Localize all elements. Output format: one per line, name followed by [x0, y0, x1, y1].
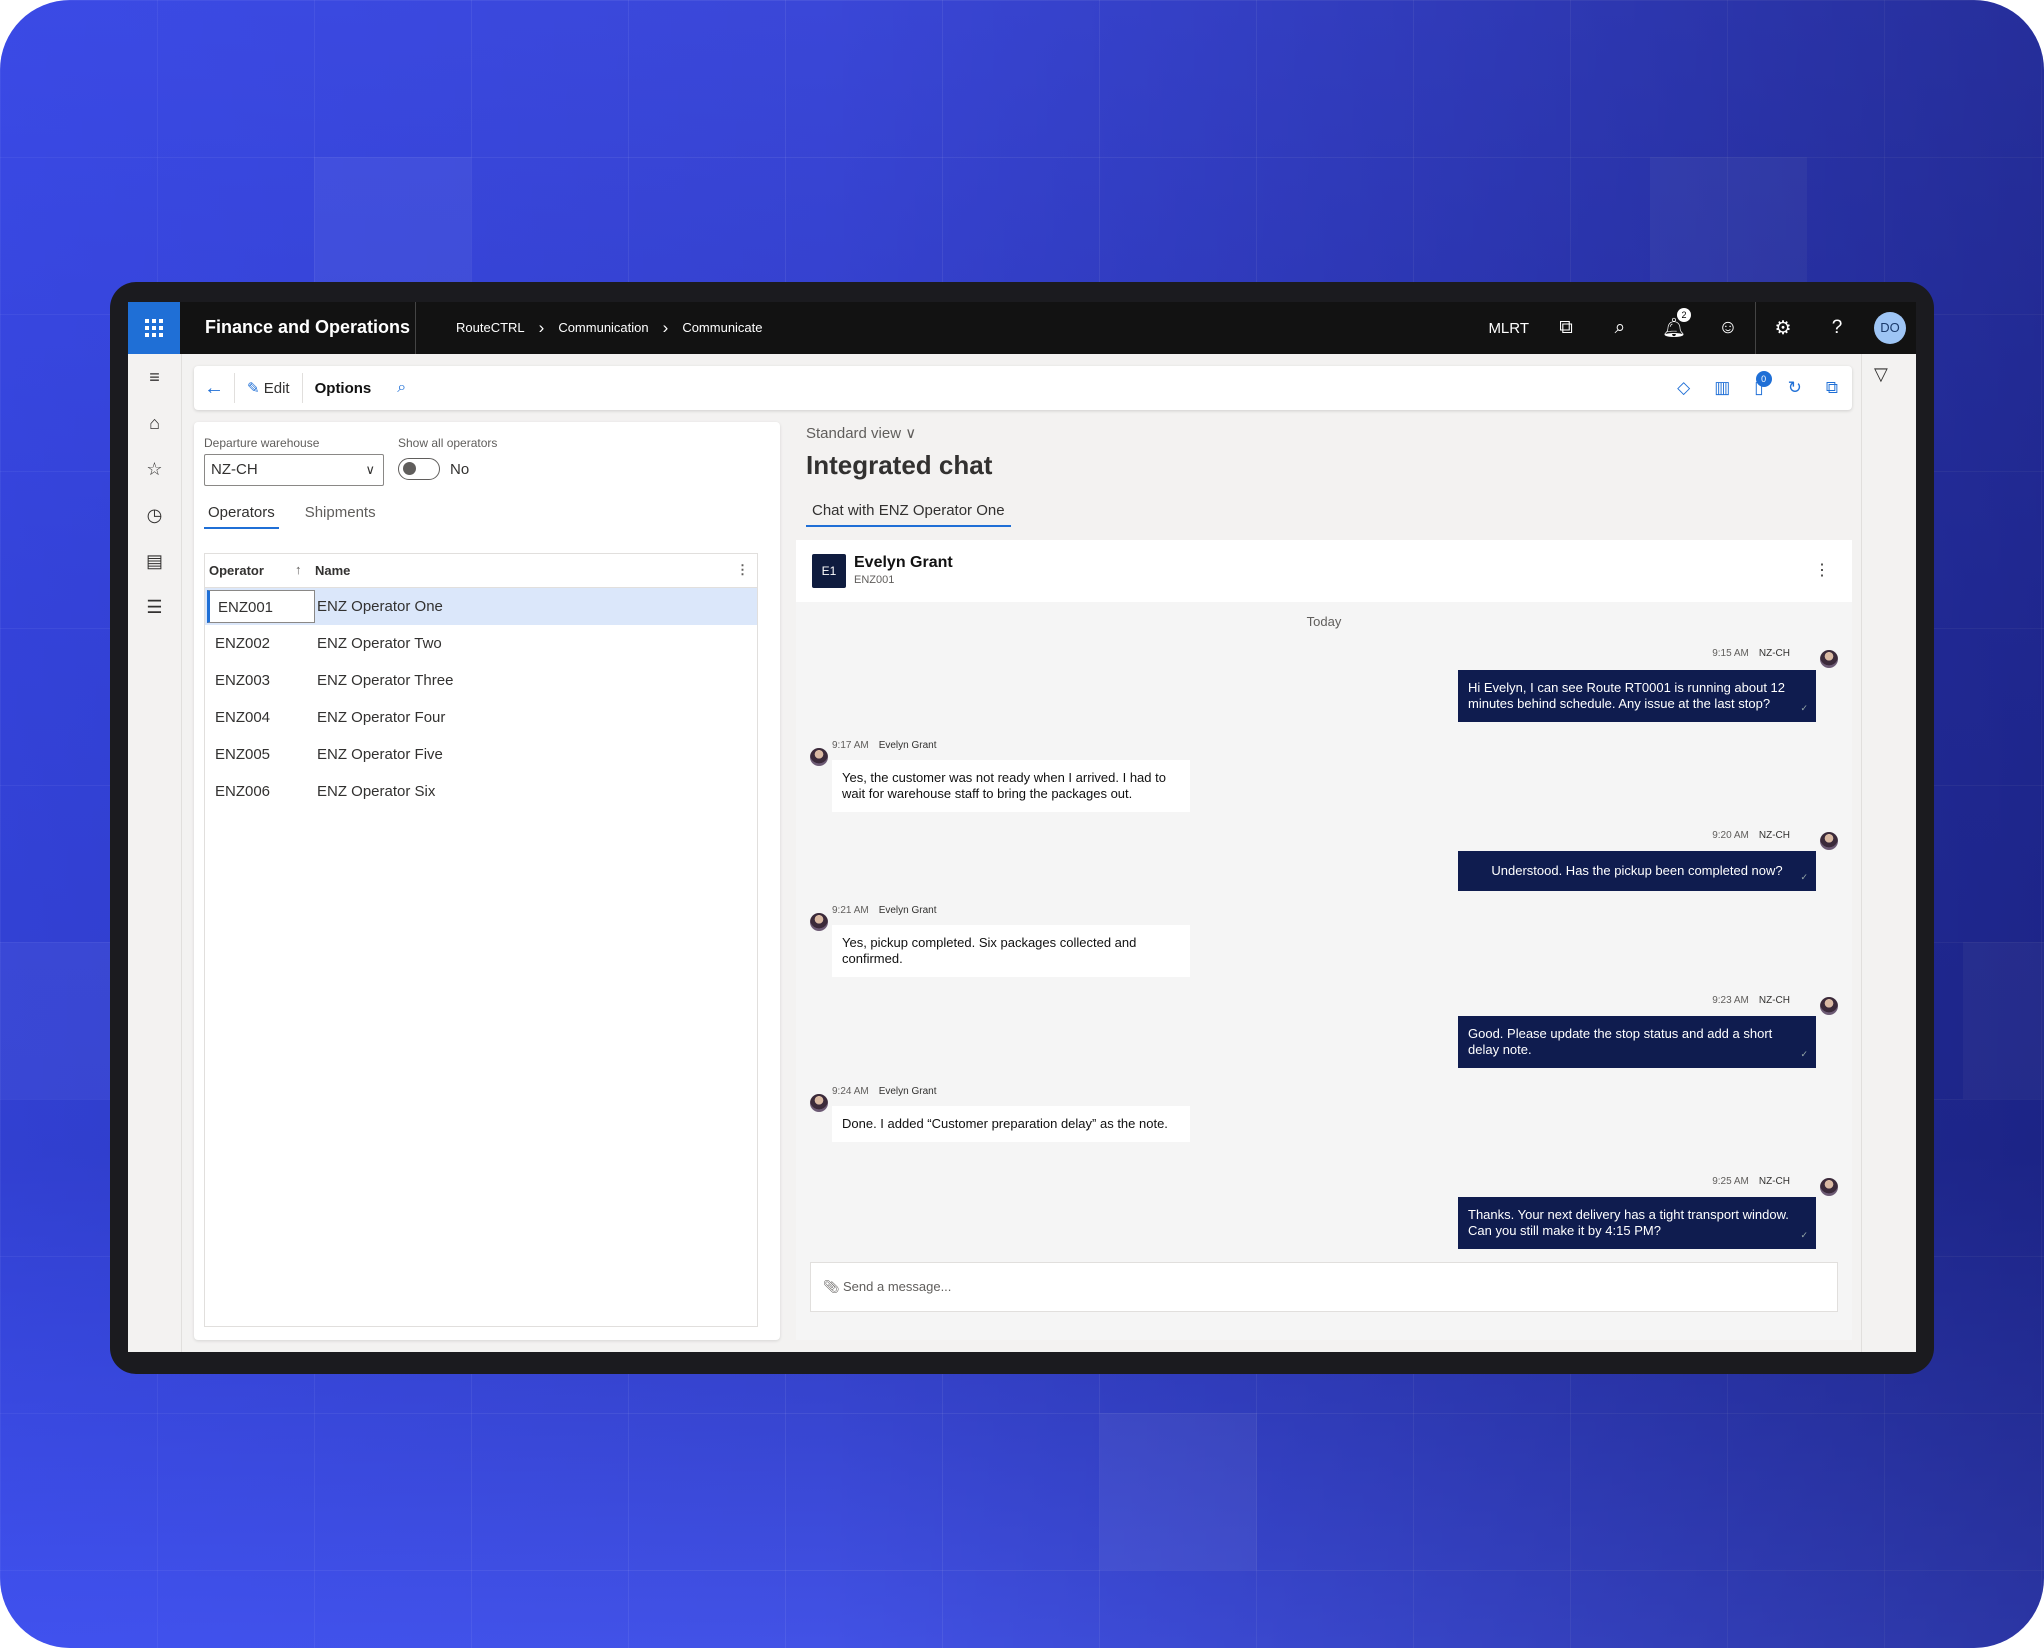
operators-panel: Departure warehouse NZ-CH ∨ Show all oper…	[194, 422, 780, 1340]
view-selector[interactable]: Standard view ∨	[806, 424, 916, 442]
message-meta: 9:25 AM NZ-CH	[1712, 1176, 1790, 1187]
message-meta: 9:15 AM NZ-CH	[1712, 648, 1790, 659]
sent-check-icon: ✓	[1800, 1230, 1808, 1240]
contact-id: ENZ001	[854, 574, 895, 586]
table-row[interactable]: ENZ003 ENZ Operator Three	[205, 662, 757, 699]
table-row[interactable]: ENZ006 ENZ Operator Six	[205, 773, 757, 810]
attachments-icon[interactable]: ▯ 0	[1754, 371, 1772, 398]
sent-check-icon: ✓	[1800, 872, 1808, 882]
settings-gear-icon[interactable]: ⚙	[1756, 317, 1810, 340]
app-window: Finance and Operations RouteCTRL › Commu…	[128, 302, 1916, 1352]
sender-avatar	[810, 748, 828, 766]
sender-avatar	[1820, 1178, 1838, 1196]
search-icon[interactable]: ⌕	[1593, 317, 1647, 339]
column-header-name[interactable]: Name	[315, 563, 350, 578]
action-pane: ← ✎ Edit Options ⌕ ◇ ▥ ▯ 0 ↻ ⧉	[194, 366, 1852, 410]
chat-window: E1 Evelyn Grant ENZ001 ⋮ Today 9:15 AM NZ…	[796, 540, 1852, 1340]
show-all-value: No	[450, 461, 470, 478]
feedback-smiley-icon[interactable]: ☺	[1701, 317, 1755, 339]
paperclip-icon[interactable]: 📎︎	[823, 1263, 840, 1311]
office-icon[interactable]: ▥	[1714, 378, 1730, 398]
company-picker[interactable]: MLRT	[1488, 320, 1529, 337]
help-icon[interactable]: ?	[1810, 317, 1864, 339]
user-avatar[interactable]: DO	[1874, 312, 1906, 344]
tab-shipments[interactable]: Shipments	[301, 504, 380, 529]
attachments-badge: 0	[1755, 371, 1772, 387]
contact-name: Evelyn Grant	[854, 554, 953, 571]
message-input[interactable]: 📎︎ Send a message...	[810, 1262, 1838, 1312]
breadcrumb-item[interactable]: Communicate	[682, 320, 762, 335]
message-meta: 9:21 AM Evelyn Grant	[832, 905, 937, 916]
open-new-window-icon[interactable]: ⧉	[1826, 378, 1838, 398]
copilot-icon[interactable]: ⧉	[1539, 317, 1593, 339]
page-title: Integrated chat	[806, 450, 993, 480]
sort-ascending-icon[interactable]: ↑	[295, 562, 302, 577]
message-meta: 9:17 AM Evelyn Grant	[832, 740, 937, 751]
app-title[interactable]: Finance and Operations	[205, 317, 410, 338]
hamburger-menu-icon[interactable]: ≡	[128, 354, 181, 400]
modules-list-icon[interactable]: ☰	[128, 584, 181, 630]
message-meta: 9:23 AM NZ-CH	[1712, 995, 1790, 1006]
tab-operators[interactable]: Operators	[204, 504, 279, 529]
show-all-toggle[interactable]	[398, 458, 440, 480]
sender-avatar	[810, 1094, 828, 1112]
message-bubble-outgoing: Understood. Has the pickup been complete…	[1458, 851, 1816, 891]
more-options-icon[interactable]: ⋮	[736, 562, 749, 578]
pencil-icon: ✎	[247, 380, 260, 397]
chat-header: E1 Evelyn Grant ENZ001 ⋮	[796, 540, 1852, 602]
show-all-label: Show all operators	[398, 436, 498, 450]
message-bubble-outgoing: Thanks. Your next delivery has a tight t…	[1458, 1197, 1816, 1249]
sender-avatar	[1820, 997, 1838, 1015]
breadcrumb-item[interactable]: Communication	[558, 320, 648, 335]
message-meta: 9:20 AM NZ-CH	[1712, 830, 1790, 841]
warehouse-select[interactable]: NZ-CH ∨	[204, 454, 384, 486]
warehouse-label: Departure warehouse	[204, 436, 320, 450]
table-row[interactable]: ENZ005 ENZ Operator Five	[205, 736, 757, 773]
breadcrumb-item[interactable]: RouteCTRL	[456, 320, 525, 335]
message-bubble-incoming: Yes, pickup completed. Six packages coll…	[832, 925, 1190, 977]
sent-check-icon: ✓	[1800, 1049, 1808, 1059]
refresh-icon[interactable]: ↻	[1788, 378, 1802, 398]
power-apps-icon[interactable]: ◇	[1677, 378, 1690, 398]
chevron-right-icon: ›	[662, 318, 669, 337]
left-nav: ≡ ⌂ ☆ ◷ ▤ ☰	[128, 354, 182, 1352]
contact-avatar: E1	[812, 554, 846, 588]
message-meta: 9:24 AM Evelyn Grant	[832, 1086, 937, 1097]
search-icon[interactable]: ⌕	[383, 379, 420, 397]
table-row[interactable]: ENZ004 ENZ Operator Four	[205, 699, 757, 736]
recent-clock-icon[interactable]: ◷	[128, 492, 181, 538]
breadcrumb: RouteCTRL › Communication › Communicate	[456, 318, 763, 337]
sender-avatar	[810, 913, 828, 931]
message-bubble-outgoing: Good. Please update the stop status and …	[1458, 1016, 1816, 1068]
operators-grid: Operator ↑ Name ⋮ ENZ001 ENZ Operator One…	[204, 553, 758, 1327]
sender-avatar	[1820, 832, 1838, 850]
chevron-down-icon: ∨	[365, 462, 375, 477]
chevron-right-icon: ›	[538, 318, 545, 337]
table-row[interactable]: ENZ002 ENZ Operator Two	[205, 625, 757, 662]
message-bubble-outgoing: Hi Evelyn, I can see Route RT0001 is run…	[1458, 670, 1816, 722]
top-bar: Finance and Operations RouteCTRL › Commu…	[128, 302, 1916, 354]
notification-badge: 2	[1677, 308, 1691, 322]
sender-avatar	[1820, 650, 1838, 668]
day-divider: Today	[1306, 614, 1342, 629]
workspaces-icon[interactable]: ▤	[128, 538, 181, 584]
tab-chat[interactable]: Chat with ENZ Operator One	[806, 502, 1011, 527]
home-icon[interactable]: ⌂	[128, 400, 181, 446]
options-button[interactable]: Options	[303, 380, 384, 397]
edit-button[interactable]: ✎ Edit	[235, 379, 302, 397]
back-arrow-icon[interactable]: ←	[194, 377, 234, 400]
chevron-down-icon: ∨	[905, 425, 917, 442]
message-bubble-incoming: Done. I added “Customer preparation dela…	[832, 1106, 1190, 1142]
table-row[interactable]: ENZ001 ENZ Operator One	[205, 588, 757, 625]
favorites-star-icon[interactable]: ☆	[128, 446, 181, 492]
filter-icon[interactable]: ▽	[1874, 364, 1888, 385]
notifications-icon[interactable]: 🔔︎ 2	[1647, 308, 1701, 340]
more-options-icon[interactable]: ⋮	[1814, 560, 1830, 580]
chat-panel: Standard view ∨ Integrated chat Chat wit…	[796, 422, 1852, 1340]
sent-check-icon: ✓	[1800, 703, 1808, 713]
app-launcher-icon[interactable]	[128, 302, 180, 354]
message-bubble-incoming: Yes, the customer was not ready when I a…	[832, 760, 1190, 812]
